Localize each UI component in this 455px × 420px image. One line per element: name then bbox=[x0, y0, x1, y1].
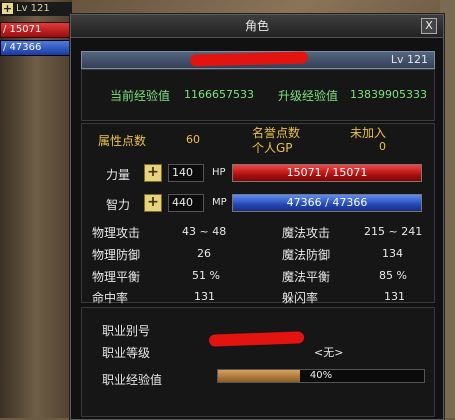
hp-label: HP bbox=[212, 167, 226, 178]
job-exp-label: 职业经验值 bbox=[102, 373, 163, 387]
close-button[interactable]: X bbox=[421, 18, 437, 34]
hud-hp-bar: / 15071 bbox=[0, 22, 72, 38]
job-level-label: 职业等级 bbox=[102, 346, 151, 360]
phys-bal-value: 51 % bbox=[192, 269, 220, 282]
hud-level-bar: + Lv 121 bbox=[0, 2, 72, 16]
job-level-value: <无> bbox=[314, 346, 344, 359]
add-int-button[interactable]: + bbox=[144, 194, 162, 212]
character-level: Lv 121 bbox=[390, 53, 428, 66]
mp-bar: 47366 / 47366 bbox=[232, 194, 422, 212]
mp-label: MP bbox=[212, 197, 227, 208]
window-title: 角色 bbox=[244, 19, 269, 33]
current-exp-value: 1166657533 bbox=[184, 88, 254, 101]
int-label: 智力 bbox=[106, 198, 131, 212]
plus-icon: + bbox=[147, 194, 159, 210]
str-label: 力量 bbox=[106, 168, 131, 182]
attr-points-value: 60 bbox=[186, 133, 200, 146]
dodge-label: 躲闪率 bbox=[282, 291, 319, 305]
next-exp-label: 升级经验值 bbox=[278, 89, 339, 103]
mag-def-label: 魔法防御 bbox=[282, 248, 331, 262]
personal-gp-value: 0 bbox=[379, 140, 386, 153]
hit-value: 131 bbox=[194, 290, 215, 303]
experience-panel: 当前经验值 1166657533 升级经验值 13839905333 bbox=[81, 69, 435, 121]
hud-level: Lv 121 bbox=[16, 3, 50, 14]
plus-icon: + bbox=[147, 164, 159, 180]
fame-points-value: 未加入 bbox=[350, 126, 387, 140]
mag-atk-label: 魔法攻击 bbox=[282, 226, 331, 240]
int-value: 440 bbox=[168, 194, 204, 212]
hud-mp-bar: / 47366 bbox=[0, 40, 72, 56]
phys-atk-value: 43 ~ 48 bbox=[182, 225, 227, 238]
mag-atk-value: 215 ~ 241 bbox=[364, 225, 423, 238]
window-titlebar[interactable]: 角色 X bbox=[71, 15, 443, 38]
str-value: 140 bbox=[168, 164, 204, 182]
job-panel: 职业别号 职业等级 <无> 职业经验值 bbox=[81, 307, 435, 417]
redaction-mark bbox=[189, 51, 309, 67]
phys-def-label: 物理防御 bbox=[92, 248, 141, 262]
hud-hp-text: / 15071 bbox=[3, 24, 42, 35]
background-pillar bbox=[0, 0, 72, 418]
mag-bal-label: 魔法平衡 bbox=[282, 270, 331, 284]
dodge-value: 131 bbox=[384, 290, 405, 303]
current-exp-label: 当前经验值 bbox=[110, 89, 171, 103]
job-alias-label: 职业别号 bbox=[102, 324, 151, 338]
hp-bar: 15071 / 15071 bbox=[232, 164, 422, 182]
hit-label: 命中率 bbox=[92, 291, 129, 305]
character-name-bar: Lv 121 bbox=[81, 51, 435, 69]
plus-icon[interactable]: + bbox=[2, 3, 13, 14]
phys-bal-label: 物理平衡 bbox=[92, 270, 141, 284]
job-exp-bar: 40% bbox=[217, 369, 425, 383]
phys-atk-label: 物理攻击 bbox=[92, 226, 141, 240]
add-str-button[interactable]: + bbox=[144, 164, 162, 182]
character-window: 角色 X Lv 121 当前经验值 1166657533 升级经验值 13839… bbox=[70, 14, 444, 420]
close-icon: X bbox=[425, 19, 433, 32]
mag-bal-value: 85 % bbox=[379, 269, 407, 282]
personal-gp-label: 个人GP bbox=[252, 141, 293, 155]
phys-def-value: 26 bbox=[197, 247, 211, 260]
job-exp-percent: 40% bbox=[309, 370, 333, 381]
next-exp-value: 13839905333 bbox=[350, 88, 427, 101]
attr-points-label: 属性点数 bbox=[98, 134, 147, 148]
hud-mp-text: / 47366 bbox=[3, 42, 42, 53]
stats-panel: 属性点数 60 名誉点数 未加入 个人GP 0 力量 + 140 HP 1507… bbox=[81, 123, 435, 305]
mag-def-value: 134 bbox=[382, 247, 403, 260]
